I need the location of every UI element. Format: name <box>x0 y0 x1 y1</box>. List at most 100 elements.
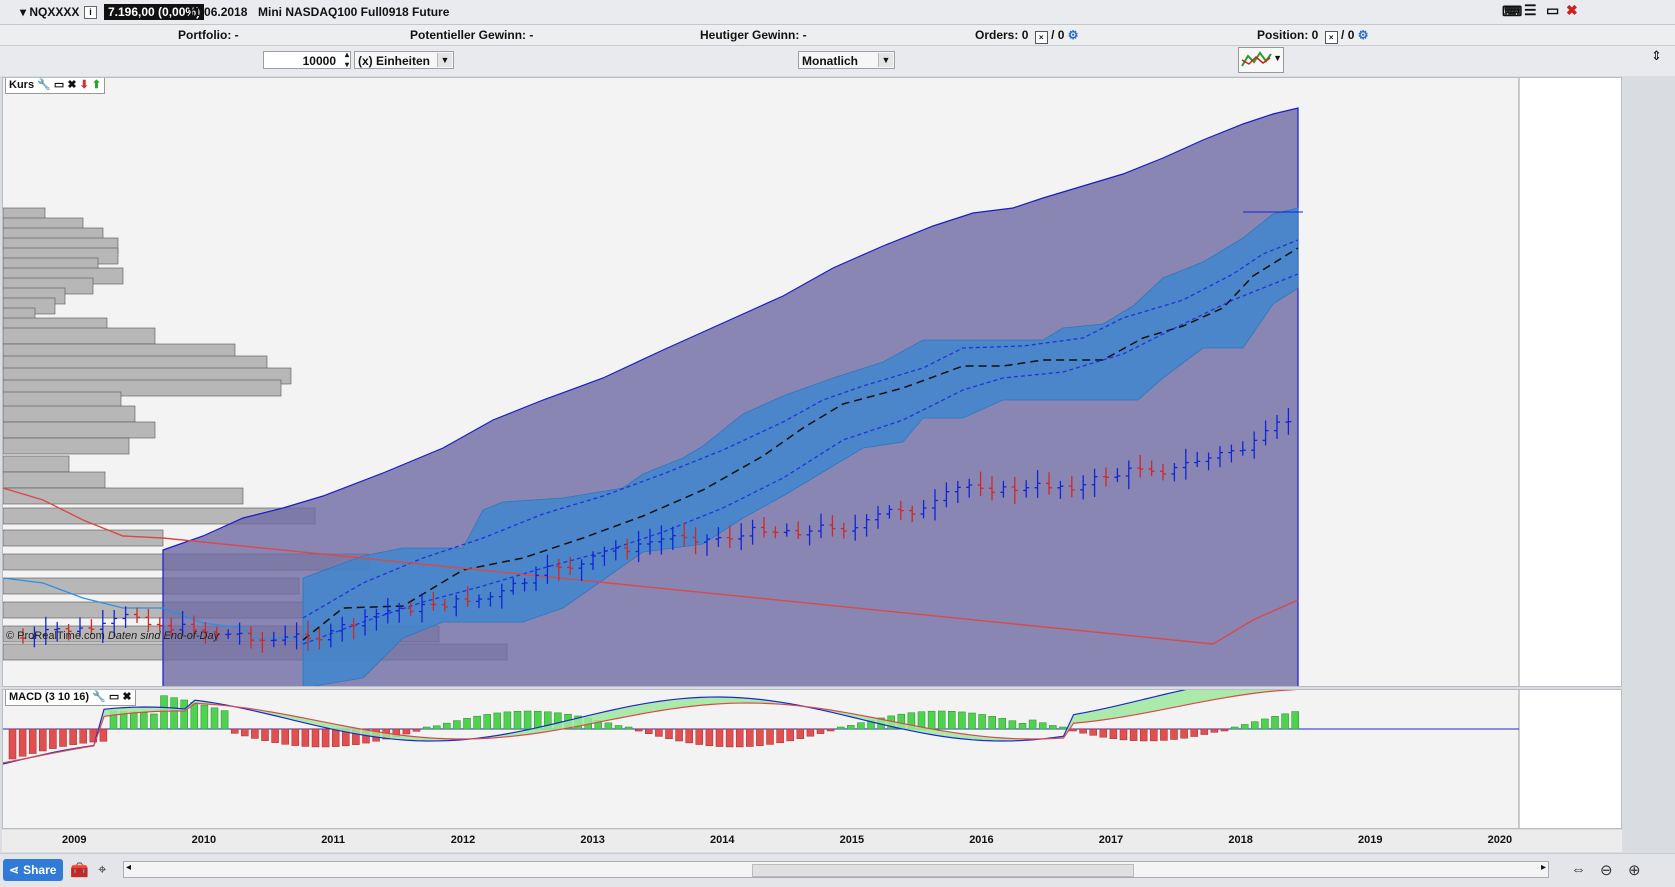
stepper-arrows-icon[interactable]: ▴ ▾ <box>345 50 349 70</box>
macd-histogram-bar <box>998 718 1007 730</box>
volume-profile-bar <box>3 405 136 423</box>
source-label: © ProRealTime.com <box>6 630 105 642</box>
zoom-out-icon[interactable]: ⊖ <box>1600 861 1613 879</box>
position-status: Position: 0 × / 0 ⚙ <box>1257 28 1369 44</box>
zoom-in-icon[interactable]: ⊕ <box>1628 861 1641 879</box>
scroll-right-icon[interactable]: ▸ <box>1541 862 1546 873</box>
macd-histogram-bar <box>230 728 239 734</box>
data-source-watermark: © ProRealTime.com Daten sind End-of-Day <box>6 630 219 642</box>
macd-histogram-bar <box>533 710 542 730</box>
keyboard-icon[interactable]: ⌨ <box>1502 3 1522 20</box>
macd-histogram-bar <box>170 697 178 730</box>
macd-histogram-bar <box>180 699 188 730</box>
macd-histogram-bar <box>1059 726 1067 730</box>
year-tick: 2014 <box>710 834 735 846</box>
year-tick: 2018 <box>1228 834 1253 846</box>
chart-type-button[interactable]: ▼ <box>1238 47 1284 73</box>
wrench-icon[interactable]: 🔧 <box>37 79 51 91</box>
volume-profile-bar <box>3 487 244 505</box>
macd-histogram-bar <box>18 728 27 757</box>
time-axis: 2009 2010 2011 2012 2013 2014 2015 2016 2017 2018… <box>2 830 1622 852</box>
macd-histogram-bar <box>8 728 17 760</box>
scrollbar-thumb[interactable] <box>752 864 1134 877</box>
position-cancel-icon[interactable]: × <box>1324 31 1338 44</box>
macd-histogram-bar <box>735 728 744 748</box>
year-tick: 2016 <box>969 834 994 846</box>
macd-histogram-bar <box>443 722 451 730</box>
chevron-down-icon: ▼ <box>878 53 893 67</box>
macd-histogram-bar <box>1119 728 1128 741</box>
macd-histogram-bar <box>665 728 673 740</box>
macd-histogram-bar <box>1018 723 1027 730</box>
menu-icon[interactable]: ☰ <box>1524 2 1537 19</box>
orders-cancel-icon[interactable]: × <box>1034 31 1048 44</box>
orders-value: 0 <box>1021 28 1029 42</box>
macd-histogram-bar <box>261 728 269 741</box>
macd-histogram-bar <box>1008 720 1017 730</box>
minimize-icon[interactable]: ▭ <box>1546 2 1559 19</box>
move-up-icon[interactable]: ⬆ <box>92 79 101 91</box>
position-gear-icon[interactable]: ⚙ <box>1358 28 1369 42</box>
macd-histogram-bar <box>483 714 491 730</box>
title-bar: ▾ NQXXXX i 7.196,00 (0,00%) 11.06.2018 M… <box>0 0 1675 25</box>
year-tick: 2020 <box>1487 834 1513 846</box>
unit-select[interactable]: (x) Einheiten ▼ <box>354 51 454 69</box>
close-panel-icon[interactable]: ✖ <box>67 79 76 91</box>
price-chart-panel[interactable]: Kurs 🔧 ▭ ✖ ⬇ ⬆ © ProRealTime.com Daten s… <box>2 77 1622 687</box>
symbol-dropdown[interactable]: ▾ NQXXXX <box>20 5 79 19</box>
fit-width-icon[interactable]: ⇔ <box>1571 861 1586 878</box>
macd-histogram-bar <box>422 726 431 730</box>
crosshair-icon[interactable]: ⌖ <box>98 861 106 878</box>
price-chart-svg[interactable] <box>3 78 1622 687</box>
close-panel-icon[interactable]: ✖ <box>122 691 131 703</box>
maximize-icon[interactable]: ▭ <box>109 691 119 703</box>
maximize-icon[interactable]: ▭ <box>54 79 64 91</box>
date-label: 11.06.2018 <box>188 5 248 19</box>
close-icon[interactable]: ✖ <box>1566 2 1578 19</box>
volume-profile-bar <box>3 437 130 455</box>
macd-histogram-bar <box>826 728 835 732</box>
macd-chart-svg[interactable] <box>3 690 1622 829</box>
macd-histogram-bar <box>331 728 340 747</box>
macd-histogram-bar <box>655 728 663 737</box>
macd-histogram-bar <box>705 728 714 746</box>
instrument-name: Mini NASDAQ100 Full0918 Future <box>258 5 450 19</box>
macd-histogram-bar <box>806 728 815 737</box>
macd-histogram-bar <box>1251 721 1259 730</box>
macd-histogram-bar <box>1240 724 1249 730</box>
period-select[interactable]: Monatlich ▼ <box>798 51 895 69</box>
macd-panel[interactable]: MACD (3 10 16) 🔧 ▭ ✖ 366,67333,4233,243 … <box>2 689 1622 829</box>
wrench-icon[interactable]: 🔧 <box>92 691 106 703</box>
volume-profile-bar <box>3 391 122 409</box>
volume-profile-bar <box>3 327 156 345</box>
share-button[interactable]: ⋖ Share <box>3 859 63 881</box>
macd-histogram-bar <box>210 707 219 730</box>
macd-histogram-bar <box>1180 728 1188 739</box>
macd-histogram-bar <box>99 728 108 742</box>
toolbox-icon[interactable]: 🧰 <box>70 861 89 879</box>
macd-histogram-bar <box>432 725 441 730</box>
macd-histogram-bar <box>513 710 522 730</box>
chevron-down-icon: ▾ <box>20 5 27 19</box>
macd-histogram-bar <box>836 726 845 730</box>
toolbar-expand-icon[interactable]: ⇕ <box>1651 48 1662 64</box>
orders-gear-icon[interactable]: ⚙ <box>1068 28 1079 42</box>
chevron-down-icon: ▼ <box>1273 53 1282 63</box>
macd-histogram-bar <box>1200 728 1209 735</box>
macd-histogram-bar <box>816 728 825 734</box>
macd-histogram-bar <box>402 728 411 735</box>
time-scrollbar[interactable]: ◂ ▸ <box>123 861 1549 878</box>
quantity-stepper[interactable]: 10000 ▴ ▾ <box>263 50 351 70</box>
info-icon[interactable]: i <box>84 6 97 19</box>
macd-histogram-bar <box>685 728 693 744</box>
macd-histogram-bar <box>1291 711 1299 730</box>
year-tick: 2009 <box>62 834 87 846</box>
scroll-left-icon[interactable]: ◂ <box>126 862 131 873</box>
macd-histogram-bar <box>756 728 764 746</box>
price-axis-area <box>1519 78 1621 686</box>
price-panel-header: Kurs 🔧 ▭ ✖ ⬇ ⬆ <box>5 78 106 94</box>
move-down-icon[interactable]: ⬇ <box>80 79 89 91</box>
macd-histogram-bar <box>39 728 47 752</box>
macd-histogram-bar <box>321 728 330 748</box>
macd-histogram-bar <box>1038 722 1047 730</box>
